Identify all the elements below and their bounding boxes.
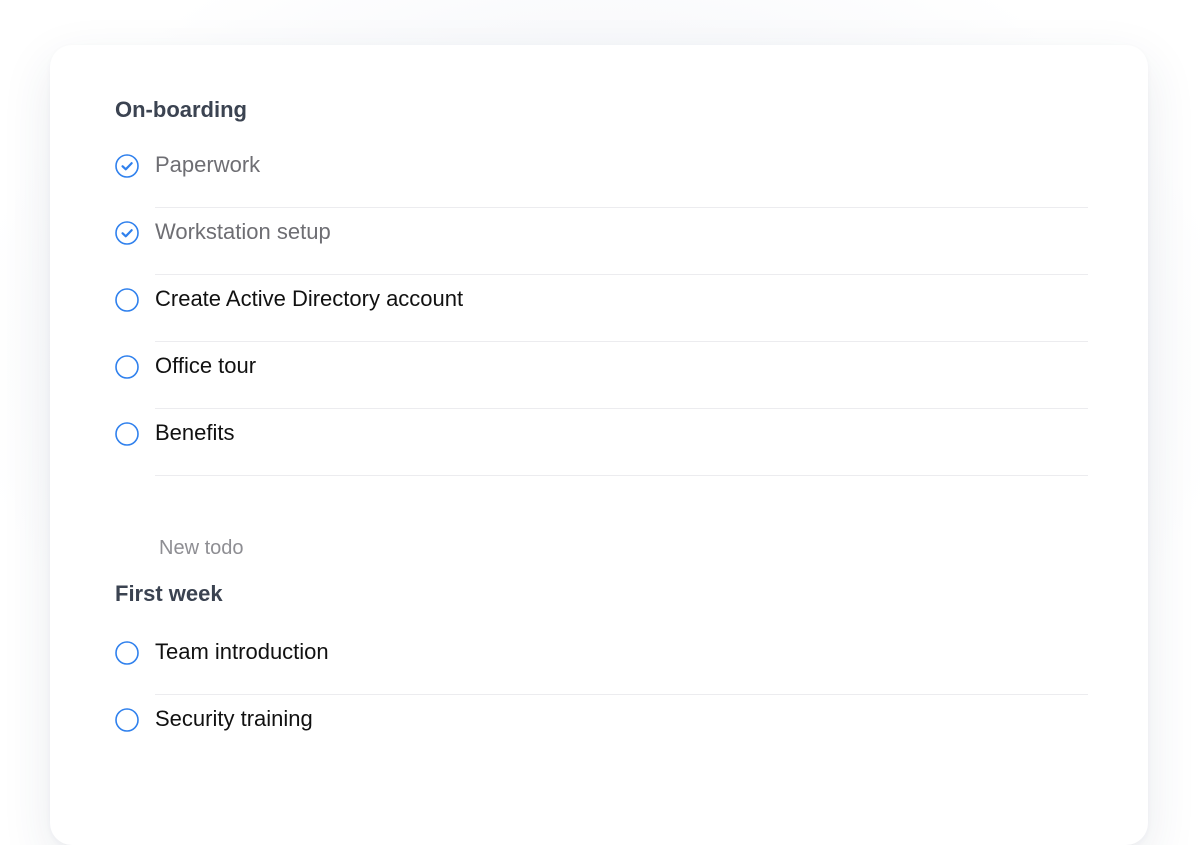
checkbox-empty-icon[interactable] (115, 708, 139, 732)
checkbox-empty-icon[interactable] (115, 422, 139, 446)
divider (155, 694, 1088, 695)
section-title: On-boarding (115, 97, 247, 122)
divider (155, 475, 1088, 476)
checkbox-empty-icon[interactable] (115, 288, 139, 312)
todo-label: Security training (155, 706, 313, 731)
todo-label: Create Active Directory account (155, 286, 464, 311)
todo-label: Workstation setup (155, 219, 331, 244)
todo-list: Team introduction Security training (115, 639, 1088, 773)
todo-label: Office tour (155, 353, 257, 378)
divider (155, 408, 1088, 409)
todo-label: Paperwork (155, 152, 261, 177)
todo-list: Paperwork Workstation setup Create Activ… (115, 152, 1088, 487)
checkbox-checked-icon[interactable] (115, 221, 139, 245)
section-onboarding: On-boarding Paperwork Workstation setup … (115, 95, 1088, 563)
todo-card: On-boarding Paperwork Workstation setup … (50, 45, 1148, 845)
todo-label: Benefits (155, 420, 235, 445)
section-first-week: First week Team introduction Security tr… (115, 579, 1088, 773)
todo-item-office-tour[interactable]: Office tour (115, 353, 1088, 420)
checkbox-empty-icon[interactable] (115, 641, 139, 665)
new-todo-input[interactable] (159, 533, 759, 563)
checkbox-empty-icon[interactable] (115, 355, 139, 379)
todo-item-benefits[interactable]: Benefits (115, 420, 1088, 487)
checkbox-checked-icon[interactable] (115, 154, 139, 178)
todo-label: Team introduction (155, 639, 329, 664)
section-title: First week (115, 581, 223, 606)
todo-item-team-introduction[interactable]: Team introduction (115, 639, 1088, 706)
todo-item-create-ad-account[interactable]: Create Active Directory account (115, 286, 1088, 353)
todo-item-paperwork[interactable]: Paperwork (115, 152, 1088, 219)
todo-item-security-training[interactable]: Security training (115, 706, 1088, 773)
divider (155, 341, 1088, 342)
divider (155, 207, 1088, 208)
todo-item-workstation-setup[interactable]: Workstation setup (115, 219, 1088, 286)
divider (155, 274, 1088, 275)
